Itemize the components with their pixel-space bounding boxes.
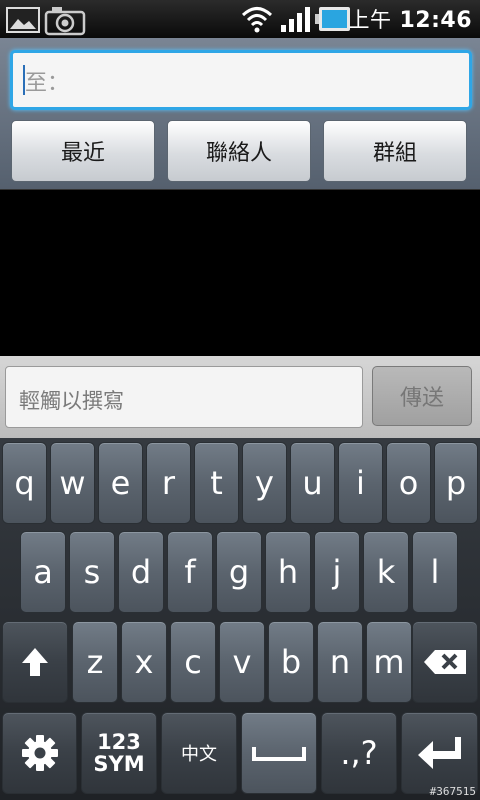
key-x[interactable]: x: [121, 621, 167, 703]
enter-key[interactable]: [401, 712, 478, 794]
gear-icon: [21, 735, 58, 771]
key-i[interactable]: i: [338, 442, 383, 524]
language-key-label: 中文: [181, 744, 217, 765]
key-f[interactable]: f: [167, 531, 213, 613]
wifi-icon: [241, 7, 273, 33]
key-b[interactable]: b: [268, 621, 314, 703]
language-key[interactable]: 中文: [161, 712, 237, 794]
key-m[interactable]: m: [366, 621, 412, 703]
space-key[interactable]: [241, 712, 317, 794]
signal-icon: [281, 7, 310, 32]
key-e[interactable]: e: [98, 442, 143, 524]
shift-key[interactable]: [2, 621, 68, 703]
key-g[interactable]: g: [216, 531, 262, 613]
key-y[interactable]: y: [242, 442, 287, 524]
key-k[interactable]: k: [363, 531, 409, 613]
recipient-panel: 至： 最近 聯絡人 群組: [0, 38, 480, 190]
contacts-button[interactable]: 聯絡人: [167, 120, 311, 182]
key-v[interactable]: v: [219, 621, 265, 703]
key-h[interactable]: h: [265, 531, 311, 613]
status-bar: 上午 12:46: [0, 0, 480, 38]
punctuation-key[interactable]: .,?: [321, 712, 397, 794]
key-l[interactable]: l: [412, 531, 458, 613]
clock-ampm: 上午: [348, 8, 392, 32]
clock: 上午 12:46: [348, 4, 472, 34]
symbols-key-top: 123: [97, 730, 141, 754]
key-p[interactable]: p: [434, 442, 478, 524]
key-s[interactable]: s: [69, 531, 115, 613]
key-q[interactable]: q: [2, 442, 47, 524]
key-j[interactable]: j: [314, 531, 360, 613]
key-t[interactable]: t: [194, 442, 239, 524]
symbols-key[interactable]: 123 SYM: [81, 712, 157, 794]
camera-notification-icon: [44, 7, 86, 36]
groups-button[interactable]: 群組: [323, 120, 467, 182]
key-r[interactable]: r: [146, 442, 191, 524]
message-list: [0, 191, 480, 356]
space-bar-icon: [252, 747, 306, 761]
message-input[interactable]: 輕觸以撰寫: [5, 366, 363, 428]
send-button[interactable]: 傳送: [372, 366, 472, 426]
shift-arrow-icon: [22, 648, 48, 676]
image-notification-icon: [6, 7, 40, 33]
battery-icon: [315, 7, 350, 31]
key-w[interactable]: w: [50, 442, 95, 524]
to-label: 至：: [25, 71, 70, 96]
key-d[interactable]: d: [118, 531, 164, 613]
key-o[interactable]: o: [386, 442, 431, 524]
soft-keyboard: q w e r t y u i o p a s d f g h j k l z …: [0, 438, 480, 800]
key-c[interactable]: c: [170, 621, 216, 703]
compose-bar: 輕觸以撰寫 傳送: [0, 356, 480, 438]
symbols-key-bottom: SYM: [93, 752, 145, 776]
key-z[interactable]: z: [72, 621, 118, 703]
watermark: #367515: [429, 785, 476, 798]
backspace-key[interactable]: [412, 621, 478, 703]
key-n[interactable]: n: [317, 621, 363, 703]
recipient-input[interactable]: 至：: [10, 50, 472, 110]
key-u[interactable]: u: [290, 442, 335, 524]
key-a[interactable]: a: [20, 531, 66, 613]
backspace-icon: [424, 650, 466, 674]
clock-time: 12:46: [399, 8, 472, 33]
enter-arrow-icon: [417, 737, 461, 769]
recent-button[interactable]: 最近: [11, 120, 155, 182]
settings-key[interactable]: [2, 712, 77, 794]
